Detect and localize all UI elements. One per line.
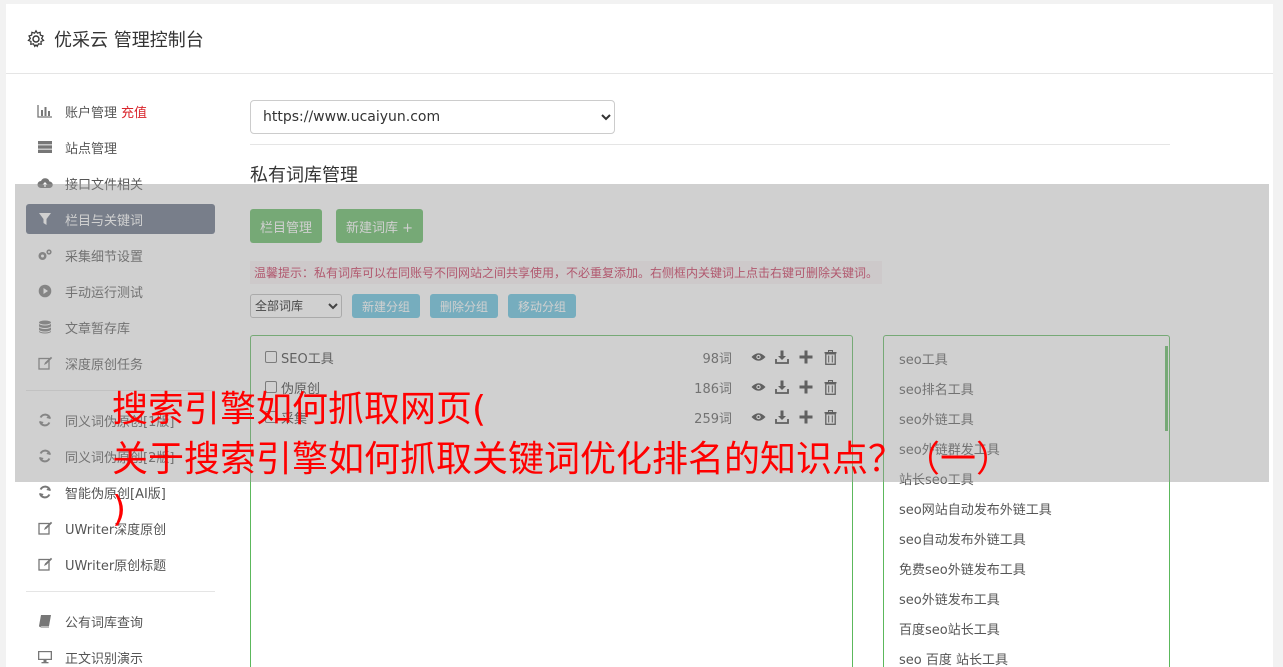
keyword-item[interactable]: 免费seo外链发布工具 (884, 556, 1169, 586)
server-icon (37, 139, 53, 155)
sidebar-item-label: 站点管理 (65, 141, 118, 157)
headline-line: 搜索引擎如何抓取网页( (112, 389, 487, 430)
edit-icon (37, 520, 53, 536)
sidebar-item-label: UWriter原创标题 (65, 558, 167, 574)
recharge-link[interactable]: 充值 (121, 102, 147, 121)
refresh-icon (37, 484, 53, 500)
sidebar-item-label: 账户管理 (65, 105, 118, 121)
sidebar-item[interactable]: 正文识别演示 (26, 642, 215, 667)
headline-line: 关于搜索引擎如何抓取关键词优化排名的知识点？（一） (112, 439, 1013, 480)
sidebar-item[interactable]: 站点管理 (26, 132, 215, 162)
gear-icon (27, 29, 45, 48)
monitor-icon (37, 649, 53, 665)
sidebar-item[interactable]: 账户管理 充值 (26, 96, 215, 126)
keyword-item[interactable]: seo 百度 站长工具 (884, 646, 1169, 667)
keyword-item[interactable]: seo外链发布工具 (884, 586, 1169, 616)
site-select[interactable]: https://www.ucaiyun.com (250, 100, 615, 134)
divider (250, 144, 1170, 145)
edit-icon (37, 556, 53, 572)
keyword-item[interactable]: 百度seo站长工具 (884, 616, 1169, 646)
headline-line: ) (112, 489, 127, 530)
sidebar-item-label: 公有词库查询 (65, 615, 144, 631)
header: 优采云 管理控制台 (6, 4, 1273, 74)
sidebar-item[interactable]: 公有词库查询 (26, 606, 215, 636)
headline: 搜索引擎如何抓取网页( 关于搜索引擎如何抓取关键词优化排名的知识点？（一） ) (112, 385, 1212, 535)
bar-chart-icon (37, 103, 53, 119)
page-title: 优采云 管理控制台 (54, 29, 204, 51)
book-icon (37, 613, 53, 629)
nav-divider (26, 591, 215, 592)
sidebar-item-label: 正文识别演示 (65, 651, 144, 667)
sidebar-item[interactable]: UWriter原创标题 (26, 549, 215, 579)
